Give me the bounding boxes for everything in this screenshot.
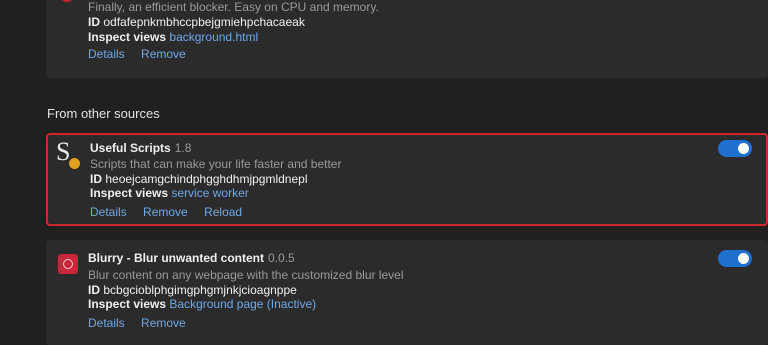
- extension-description: Blur content on any webpage with the cus…: [88, 268, 404, 282]
- extension-card-top: Finally, an efficient blocker. Easy on C…: [46, 0, 768, 78]
- toggle-knob: [738, 253, 749, 264]
- enable-toggle[interactable]: [718, 140, 752, 157]
- id-label: ID: [88, 15, 100, 29]
- remove-button[interactable]: Remove: [141, 47, 186, 61]
- extension-actions: Details Remove Reload: [90, 205, 255, 219]
- inspect-link-background-html[interactable]: background.html: [169, 30, 258, 44]
- extension-title-row: Blurry - Blur unwanted content 0.0.5: [88, 251, 295, 265]
- inspect-link-background-page[interactable]: Background page (Inactive): [169, 297, 316, 311]
- extension-id-row: ID bcbgcioblphgimgphgmjnkjcioagnppe: [88, 283, 297, 297]
- remove-button[interactable]: Remove: [141, 316, 186, 330]
- id-value: heoejcamgchindphgghdhmjpgmldnepl: [105, 172, 308, 186]
- extensions-page: Finally, an efficient blocker. Easy on C…: [0, 0, 768, 345]
- id-label: ID: [90, 172, 102, 186]
- id-value: odfafepnkmbhccpbejgmiehpchacaeak: [103, 15, 305, 29]
- inspect-views-row: Inspect views background.html: [88, 30, 258, 44]
- blurry-logo-icon: [58, 254, 78, 274]
- extension-id-row: ID odfafepnkmbhccpbejgmiehpchacaeak: [88, 15, 305, 29]
- extension-description: Scripts that can make your life faster a…: [90, 157, 342, 171]
- id-label: ID: [88, 283, 100, 297]
- enable-toggle[interactable]: [718, 250, 752, 267]
- reload-button[interactable]: Reload: [204, 205, 242, 219]
- useful-scripts-logo-icon: S: [56, 137, 82, 170]
- section-title: From other sources: [47, 106, 160, 121]
- remove-button[interactable]: Remove: [143, 205, 188, 219]
- extension-actions: Details Remove: [88, 47, 199, 61]
- extension-actions: Details Remove: [88, 316, 199, 330]
- extension-id-row: ID heoejcamgchindphgghdhmjpgmldnepl: [90, 172, 308, 186]
- details-button[interactable]: Details: [88, 47, 125, 61]
- extension-name: Useful Scripts: [90, 141, 171, 155]
- extension-version: 0.0.5: [268, 251, 295, 265]
- extension-card-useful-scripts: S Useful Scripts 1.8 Scripts that can mak…: [46, 133, 768, 226]
- extension-description: Finally, an efficient blocker. Easy on C…: [88, 0, 379, 14]
- details-button[interactable]: Details: [88, 316, 125, 330]
- details-button[interactable]: Details: [90, 205, 127, 219]
- inspect-views-label: Inspect views: [88, 297, 167, 311]
- id-value: bcbgcioblphgimgphgmjnkjcioagnppe: [103, 283, 297, 297]
- inspect-link-service-worker[interactable]: service worker: [171, 186, 248, 200]
- extension-title-row: Useful Scripts 1.8: [90, 141, 191, 155]
- inspect-views-row: Inspect views Background page (Inactive): [88, 297, 316, 311]
- toggle-knob: [738, 143, 749, 154]
- extension-icon-partial: [60, 0, 74, 4]
- extension-name: Blurry - Blur unwanted content: [88, 251, 265, 265]
- extension-version: 1.8: [174, 141, 192, 155]
- inspect-views-row: Inspect views service worker: [90, 186, 249, 200]
- inspect-views-label: Inspect views: [90, 186, 169, 200]
- extension-card-blurry: Blurry - Blur unwanted content 0.0.5 Blur…: [46, 240, 768, 345]
- inspect-views-label: Inspect views: [88, 30, 167, 44]
